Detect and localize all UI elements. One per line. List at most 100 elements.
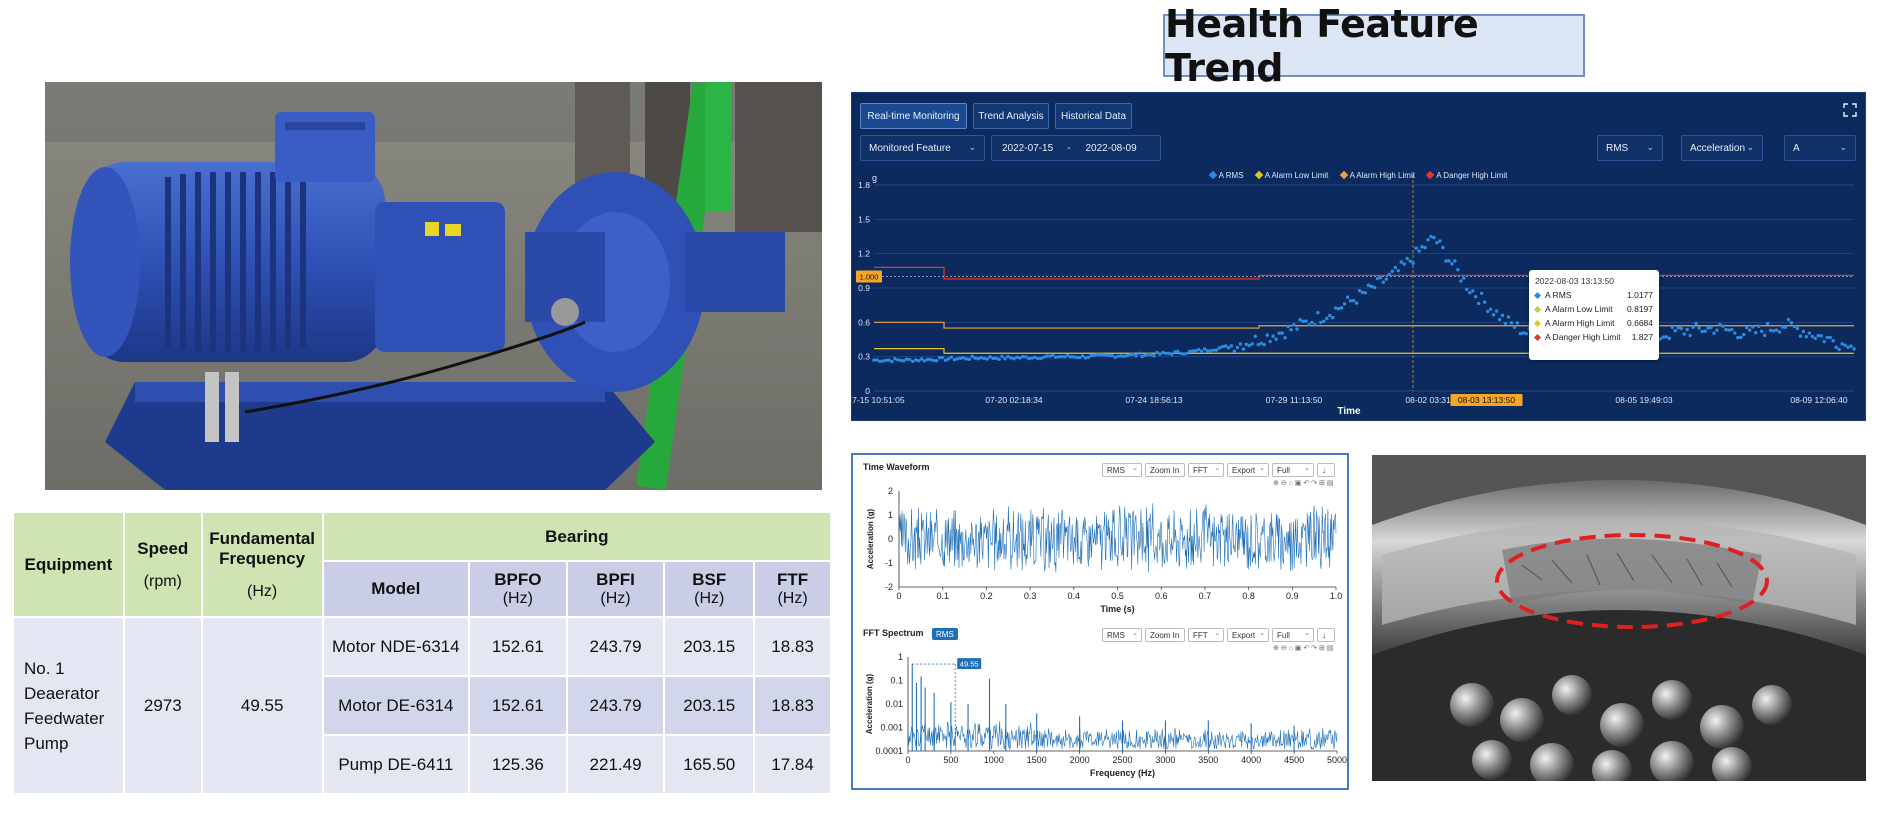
y-axis-label: Acceleration (g) [865,673,874,734]
rms-data-point [1205,349,1210,353]
rms-data-point [1411,261,1415,265]
rms-data-point [1283,336,1287,340]
rms-data-point [1027,356,1031,361]
rms-data-point [1080,354,1085,358]
rms-data-point [1077,355,1082,360]
rms-data-point [1262,342,1266,347]
rms-data-point [1191,349,1195,353]
x-tick-label: 0.6 [1155,591,1168,601]
rms-data-point [1095,352,1100,357]
rms-data-point [1024,355,1028,359]
x-tick-label: 07-24 18:56:13 [1125,395,1182,405]
x-tick-label: 500 [943,755,958,765]
rms-data-point [1733,331,1737,335]
rms-data-point [1039,356,1043,361]
rms-data-point [1828,335,1832,340]
rms-data-point [1054,355,1058,359]
bsf-cell: 203.15 [665,677,754,734]
rms-data-point [1185,351,1189,356]
rms-data-point [1402,262,1406,266]
trend-chart[interactable]: 00.30.60.91.21.51.8g1.00007-15 10:51:05 0… [852,93,1867,422]
rms-data-point [1375,276,1380,281]
rms-data-point [1268,339,1272,344]
rms-data-point [878,359,882,364]
rms-data-point [1116,354,1120,358]
rms-data-point [1170,352,1174,357]
rms-data-point [1751,325,1755,329]
rms-data-point [1685,327,1689,332]
rms-data-point [1188,349,1192,353]
rms-data-point [964,357,969,361]
rms-data-point [1149,352,1153,357]
diamond-icon [1533,305,1542,313]
rms-data-point [1703,329,1707,333]
vibration-charts[interactable]: 210-1-20 0.1 0.2 0.3 0.4 0.5 0.6 0.7 0.8 0.9 1.0Ti… [853,455,1347,788]
ftf-cell: 18.83 [755,618,830,675]
rms-data-point [1688,333,1692,338]
rms-data-point [1360,290,1365,295]
rms-data-point [1700,329,1704,334]
rms-data-point [1852,347,1856,351]
rms-data-point [1476,301,1481,306]
rms-data-point [1727,328,1731,332]
rms-data-point [961,356,966,360]
rms-data-point [1369,284,1374,289]
rms-data-point [1432,235,1436,240]
diamond-icon [1533,319,1542,327]
diamond-icon [1533,291,1542,299]
rms-data-point [1810,334,1814,339]
rms-data-point [1759,329,1764,333]
x-tick-label: 1000 [984,755,1004,765]
rms-data-point [1816,333,1820,338]
rms-data-point [985,357,989,361]
rms-data-point [1420,245,1424,249]
rms-data-point [1494,309,1499,313]
rms-data-point [973,356,977,360]
rms-data-point [1220,344,1225,349]
rms-data-point [1682,332,1686,336]
x-tick-label: 0 [905,755,910,765]
x-tick-label: 0.2 [980,591,993,601]
rms-data-point [1208,349,1213,353]
rms-data-point [991,356,995,361]
y-axis-label: Acceleration (g) [866,508,875,569]
rms-data-point [1813,336,1817,341]
rms-data-point [1363,291,1368,295]
rms-data-point [1843,343,1847,347]
rms-data-point [1771,329,1776,333]
rms-data-point [1065,353,1070,358]
y-tick-label: 0 [888,534,893,544]
rms-data-point [1524,331,1529,336]
rms-data-point [1056,355,1061,359]
header-bsf: BSF (Hz) [665,562,754,616]
rms-data-point [1474,294,1478,299]
x-tick-label: 0.7 [1199,591,1212,601]
header-speed: Speed (rpm) [124,513,201,616]
rms-data-point [1030,356,1034,360]
rms-data-point [1780,325,1785,329]
rms-data-point [1408,259,1412,263]
bearing-photo [1372,455,1866,781]
rms-data-point [943,358,948,362]
rms-data-point [1399,260,1403,264]
rms-data-point [1384,277,1389,281]
rms-data-point [1036,356,1040,361]
rms-data-point [1345,295,1350,299]
rms-data-point [1101,353,1106,357]
header-bearing: Bearing [323,513,830,560]
rms-data-point [1238,342,1243,346]
rms-data-point [1691,325,1695,329]
rms-data-point [1143,353,1147,357]
rms-data-point [1366,283,1371,287]
rms-data-point [1304,319,1308,323]
x-tick-label: 0 [896,591,901,601]
rms-data-point [1274,337,1278,341]
rms-data-point [1316,310,1320,315]
y-tick-label: 1.2 [858,249,870,259]
rms-data-point [1465,287,1469,292]
rms-data-point [1167,351,1171,356]
rms-data-point [1021,354,1025,359]
rms-data-point [1712,331,1716,335]
rms-data-point [1152,354,1156,358]
rms-data-point [982,356,986,361]
